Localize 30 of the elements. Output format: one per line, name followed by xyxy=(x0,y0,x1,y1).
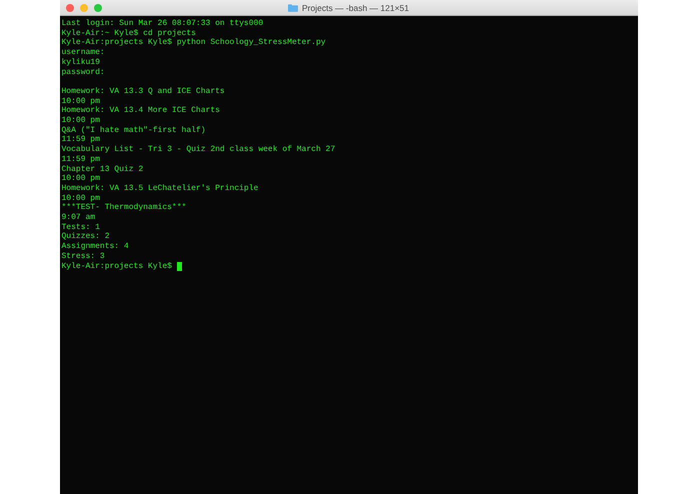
terminal-line: Kyle-Air:~ Kyle$ cd projects xyxy=(62,28,196,38)
terminal-line: Homework: VA 13.4 More ICE Charts xyxy=(62,106,220,116)
close-icon[interactable] xyxy=(66,4,74,12)
terminal-line: password: xyxy=(62,68,105,78)
terminal-line: Homework: VA 13.5 LeChatelier's Principle xyxy=(62,184,258,194)
terminal-line: Homework: VA 13.3 Q and ICE Charts xyxy=(62,86,225,97)
terminal-line: kyliku19 xyxy=(62,58,100,68)
window-title: Projects — -bash — 121×51 xyxy=(302,2,409,12)
terminal-line: Quizzes: 2 xyxy=(62,232,110,242)
shell-prompt: Kyle-Air:projects Kyle$ xyxy=(62,262,172,272)
terminal-line: Tests: 1 xyxy=(62,222,100,232)
terminal-line: Vocabulary List - Tri 3 - Quiz 2nd class week of March 27 xyxy=(62,145,336,155)
folder-icon xyxy=(288,4,298,12)
terminal-line: 11:59 pm xyxy=(62,154,100,165)
terminal-line: ***TEST- Thermodynamics*** xyxy=(62,203,186,214)
terminal-line: 10:00 pm xyxy=(62,116,100,126)
zoom-icon[interactable] xyxy=(94,4,102,12)
terminal-line: username: xyxy=(62,48,105,58)
terminal-line: Last login: Sun Mar 26 08:07:33 on ttys000 xyxy=(62,19,264,29)
terminal-line: 10:00 pm xyxy=(62,174,100,184)
terminal-line: 11:59 pm xyxy=(62,135,100,145)
terminal-line: 10:00 pm xyxy=(62,194,100,203)
terminal-line: Chapter 13 Quiz 2 xyxy=(62,164,144,174)
minimize-icon[interactable] xyxy=(80,4,88,12)
terminal-line: Assignments: 4 xyxy=(62,242,129,252)
terminal-line: Kyle-Air:projects Kyle$ python Schoology_StressMeter.py xyxy=(62,38,326,48)
terminal-line: Stress: 3 xyxy=(62,252,105,262)
terminal-line: 9:07 am xyxy=(62,213,96,223)
terminal-line: 10:00 pm xyxy=(62,96,100,106)
terminal-line: Q&A ("I hate math"-first half) xyxy=(62,126,206,136)
